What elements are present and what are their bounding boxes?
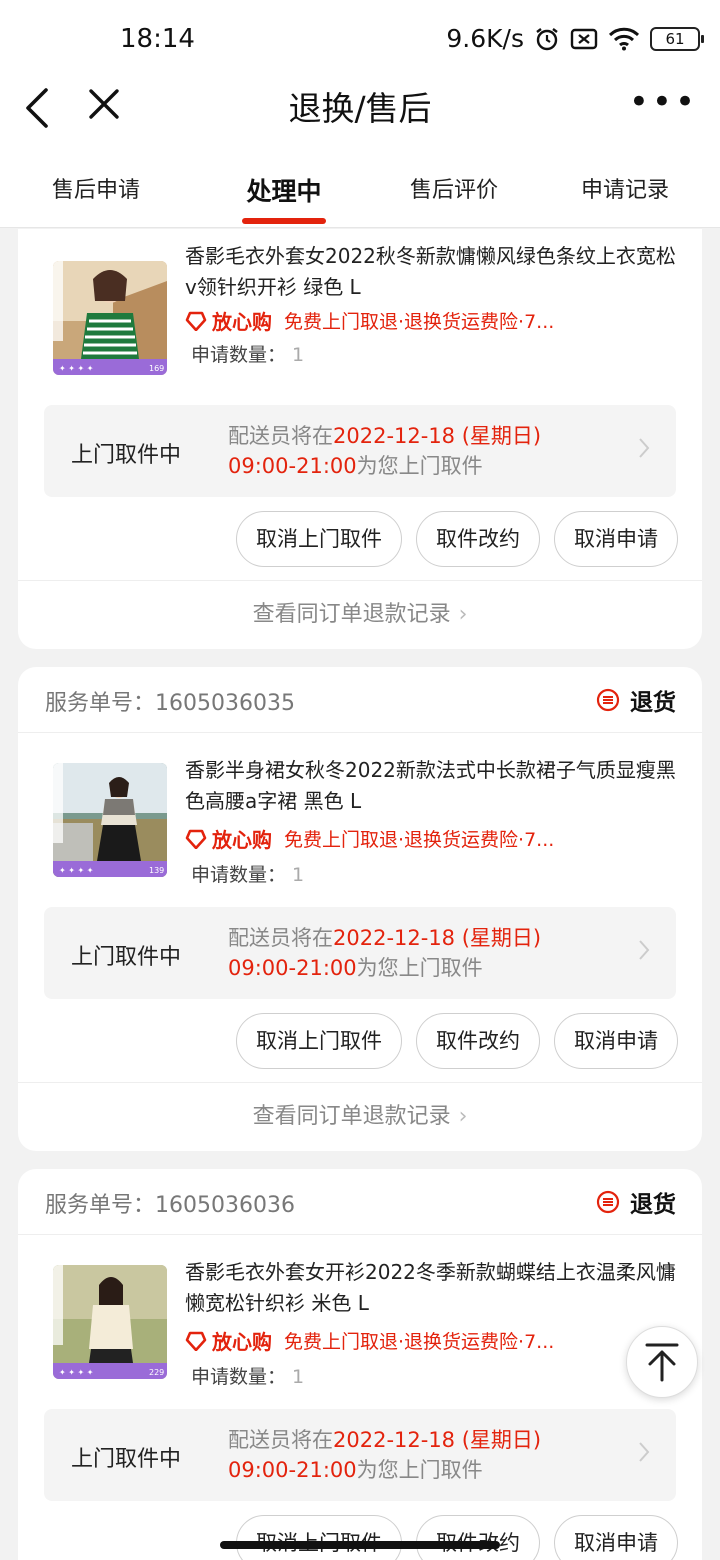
product-title[interactable]: 香影毛衣外套女2022秋冬新款慵懒风绿色条纹上衣宽松v领针织开衫 绿色 L: [185, 241, 685, 303]
home-indicator: [220, 1541, 500, 1549]
card-header: 服务单号：1605036036 退货: [18, 1169, 702, 1235]
tab-records[interactable]: 申请记录: [555, 172, 695, 204]
apply-quantity: 申请数量： 1: [191, 1362, 304, 1389]
heart-diamond-icon: [185, 1331, 207, 1351]
thumb-price: 169: [149, 364, 164, 373]
status-bar: 18:14 9.6K/s 61: [0, 0, 720, 80]
action-buttons: 取消上门取件 取件改约 取消申请: [236, 511, 678, 567]
heart-diamond-icon: [185, 311, 207, 331]
qty-label: 申请数量：: [191, 1366, 287, 1388]
product-thumbnail[interactable]: ✦ ✦ ✦ ✦ 139: [53, 763, 167, 877]
pickup-message: 配送员将在2022-12-18 (星期日) 09:00-21:00为您上门取件: [228, 424, 542, 478]
cancel-application-button[interactable]: 取消申请: [554, 1013, 678, 1069]
action-buttons: 取消上门取件 取件改约 取消申请: [236, 1013, 678, 1069]
pickup-message: 配送员将在2022-12-18 (星期日) 09:00-21:00为您上门取件: [228, 926, 542, 980]
product-thumbnail[interactable]: ✦ ✦ ✦ ✦ 229: [53, 1265, 167, 1379]
order-list[interactable]: ✦ ✦ ✦ ✦ 169 香影毛衣外套女2022秋冬新款慵懒风绿色条纹上衣宽松v领…: [0, 229, 720, 1560]
svg-text:✦ ✦ ✦ ✦: ✦ ✦ ✦ ✦: [59, 1368, 94, 1377]
service-type: 退货: [596, 1185, 676, 1219]
aftersale-card: 服务单号：1605036035 退货 ✦ ✦ ✦ ✦ 139 香影半身裙女秋冬2…: [18, 667, 702, 1151]
service-number: 服务单号：1605036036: [45, 1193, 295, 1218]
qty-value: 1: [292, 864, 305, 886]
product-thumbnail[interactable]: ✦ ✦ ✦ ✦ 169: [53, 261, 167, 375]
tab-processing[interactable]: 处理中: [214, 172, 354, 208]
apply-quantity: 申请数量： 1: [191, 340, 304, 367]
svg-text:✦ ✦ ✦ ✦: ✦ ✦ ✦ ✦: [59, 866, 94, 875]
sim-off-icon: [570, 28, 598, 49]
svg-text:✦ ✦ ✦ ✦: ✦ ✦ ✦ ✦: [59, 364, 94, 373]
page-title: 退换/售后: [288, 89, 432, 128]
apply-quantity: 申请数量： 1: [191, 860, 304, 887]
thumb-price: 139: [149, 866, 164, 875]
cancel-pickup-button[interactable]: 取消上门取件: [236, 1515, 402, 1560]
qty-value: 1: [292, 1366, 305, 1388]
active-tab-indicator: [242, 218, 326, 224]
tab-bar: 售后申请 处理中 售后评价 申请记录: [0, 150, 720, 228]
service-type: 退货: [596, 683, 676, 717]
qty-label: 申请数量：: [191, 864, 287, 886]
status-time: 18:14: [120, 24, 195, 54]
assurance-badge: 放心购: [212, 828, 272, 852]
cancel-application-button[interactable]: 取消申请: [554, 1515, 678, 1560]
assurance-row: 放心购 免费上门取退·退换货运费险·7...: [185, 1326, 685, 1355]
assurance-badge: 放心购: [212, 1330, 272, 1354]
assurance-text: 免费上门取退·退换货运费险·7...: [284, 829, 555, 851]
more-menu-button[interactable]: •••: [629, 84, 698, 120]
reschedule-pickup-button[interactable]: 取件改约: [416, 511, 540, 567]
nav-bar: 退换/售后 •••: [0, 80, 720, 150]
battery-icon: 61: [650, 26, 704, 51]
chevron-right-icon: ›: [458, 1104, 468, 1129]
card-header: 服务单号：1605036035 退货: [18, 667, 702, 733]
assurance-text: 免费上门取退·退换货运费险·7...: [284, 1331, 555, 1353]
refund-records-link[interactable]: 查看同订单退款记录 ›: [18, 580, 702, 648]
cancel-pickup-button[interactable]: 取消上门取件: [236, 1013, 402, 1069]
pickup-message: 配送员将在2022-12-18 (星期日) 09:00-21:00为您上门取件: [228, 1428, 542, 1482]
chevron-right-icon: [639, 438, 650, 458]
wifi-icon: [608, 27, 640, 50]
status-icons: 9.6K/s 61: [446, 24, 704, 53]
tab-review[interactable]: 售后评价: [384, 172, 524, 204]
chevron-right-icon: [639, 940, 650, 960]
thumb-price: 229: [149, 1368, 164, 1377]
aftersale-card: 服务单号：1605036036 退货 ✦ ✦ ✦ ✦ 229 香影毛衣外套女开衫…: [18, 1169, 702, 1560]
pickup-status: 上门取件中: [71, 945, 182, 970]
cancel-application-button[interactable]: 取消申请: [554, 511, 678, 567]
pickup-info[interactable]: 上门取件中 配送员将在2022-12-18 (星期日) 09:00-21:00为…: [44, 1409, 676, 1501]
pickup-status: 上门取件中: [71, 1447, 182, 1472]
reschedule-pickup-button[interactable]: 取件改约: [416, 1013, 540, 1069]
pickup-info[interactable]: 上门取件中 配送员将在2022-12-18 (星期日) 09:00-21:00为…: [44, 907, 676, 999]
assurance-text: 免费上门取退·退换货运费险·7...: [284, 311, 555, 333]
network-speed: 9.6K/s: [446, 24, 524, 53]
action-buttons: 取消上门取件 取件改约 取消申请: [236, 1515, 678, 1560]
assurance-badge: 放心购: [212, 310, 272, 334]
service-number: 服务单号：1605036035: [45, 691, 295, 716]
cancel-pickup-button[interactable]: 取消上门取件: [236, 511, 402, 567]
reschedule-pickup-button[interactable]: 取件改约: [416, 1515, 540, 1560]
arrow-up-icon: [645, 1343, 679, 1382]
product-title[interactable]: 香影毛衣外套女开衫2022冬季新款蝴蝶结上衣温柔风慵懒宽松针织衫 米色 L: [185, 1257, 685, 1319]
return-icon: [596, 1190, 620, 1214]
chevron-right-icon: ›: [458, 602, 468, 627]
assurance-row: 放心购 免费上门取退·退换货运费险·7...: [185, 824, 685, 853]
back-to-top-button[interactable]: [626, 1326, 698, 1398]
tab-apply[interactable]: 售后申请: [26, 172, 166, 204]
alarm-icon: [536, 27, 558, 50]
qty-label: 申请数量：: [191, 344, 287, 366]
return-icon: [596, 688, 620, 712]
aftersale-card: ✦ ✦ ✦ ✦ 169 香影毛衣外套女2022秋冬新款慵懒风绿色条纹上衣宽松v领…: [18, 229, 702, 649]
qty-value: 1: [292, 344, 305, 366]
refund-records-link[interactable]: 查看同订单退款记录 ›: [18, 1082, 702, 1150]
pickup-status: 上门取件中: [71, 443, 182, 468]
chevron-right-icon: [639, 1442, 650, 1462]
product-title[interactable]: 香影半身裙女秋冬2022新款法式中长款裙子气质显瘦黑色高腰a字裙 黑色 L: [185, 755, 685, 817]
heart-diamond-icon: [185, 829, 207, 849]
pickup-info[interactable]: 上门取件中 配送员将在2022-12-18 (星期日) 09:00-21:00为…: [44, 405, 676, 497]
assurance-row: 放心购 免费上门取退·退换货运费险·7...: [185, 306, 685, 335]
